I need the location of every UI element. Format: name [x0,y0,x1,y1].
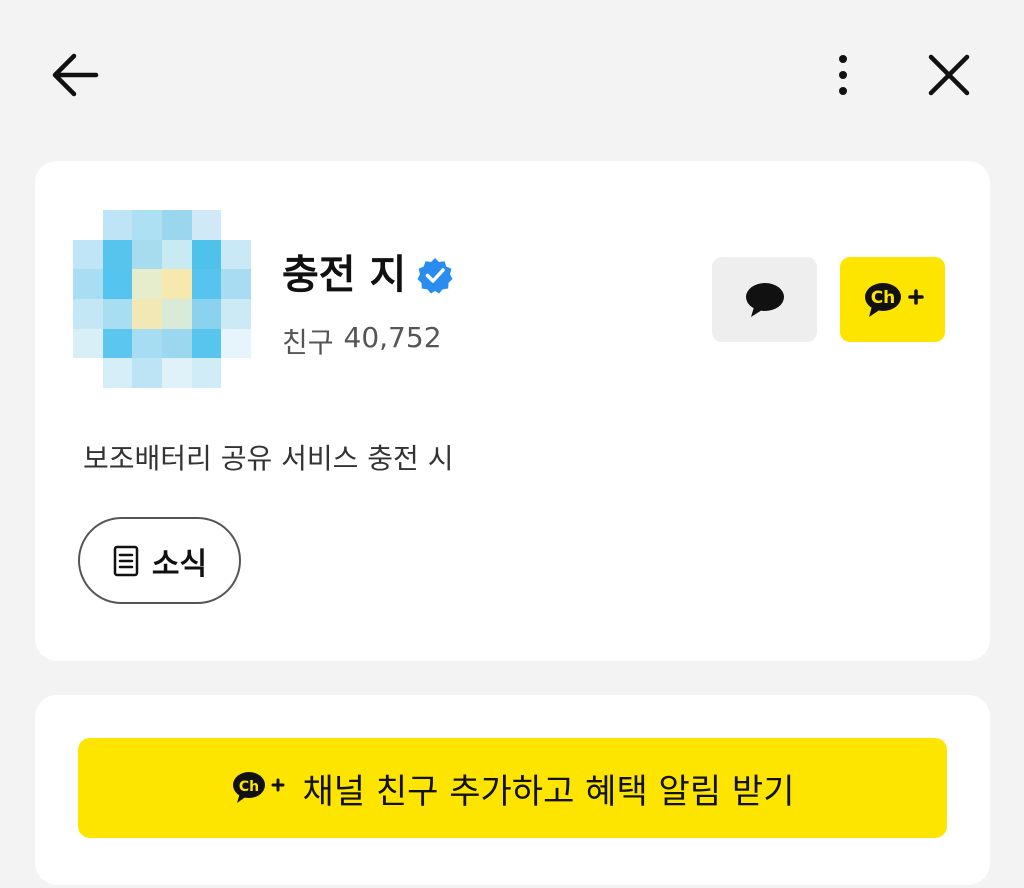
back-arrow-icon [52,53,99,97]
friends-label: 친구 [282,326,334,359]
back-button[interactable] [43,43,107,107]
add-channel-friend-button[interactable]: Ch 채널 친구 추가하고 혜택 알림 받기 [78,738,947,838]
channel-profile-card: 충전 지 친구 40,752 Ch 보조배터리 공유 서비스 충전 시 소식 [35,161,990,661]
add-channel-friend-label: 채널 친구 추가하고 혜택 알림 받기 [302,771,795,812]
more-menu-button[interactable] [811,43,875,107]
chat-bubble-icon [745,282,784,317]
channel-name-row: 충전 지 [282,247,454,303]
channel-add-icon: Ch [232,772,285,803]
svg-text:Ch: Ch [238,779,258,795]
friends-count-row: 친구 40,752 [282,321,442,361]
channel-avatar[interactable] [73,210,251,388]
chat-button[interactable] [712,257,817,342]
document-icon [113,545,139,576]
svg-text:Ch: Ch [870,288,895,308]
top-bar [0,0,1024,150]
add-channel-button[interactable]: Ch [840,257,945,342]
verified-badge-icon [416,256,454,294]
channel-cta-card: Ch 채널 친구 추가하고 혜택 알림 받기 [35,695,990,885]
news-label: 소식 [151,546,208,582]
channel-name: 충전 지 [282,252,407,298]
channel-add-icon: Ch [864,282,924,317]
channel-description: 보조배터리 공유 서비스 충전 시 [83,442,454,475]
news-button[interactable]: 소식 [78,517,241,604]
more-vertical-icon [839,55,847,95]
close-button[interactable] [917,43,981,107]
close-icon [928,54,970,96]
friends-count: 40,752 [343,321,442,354]
